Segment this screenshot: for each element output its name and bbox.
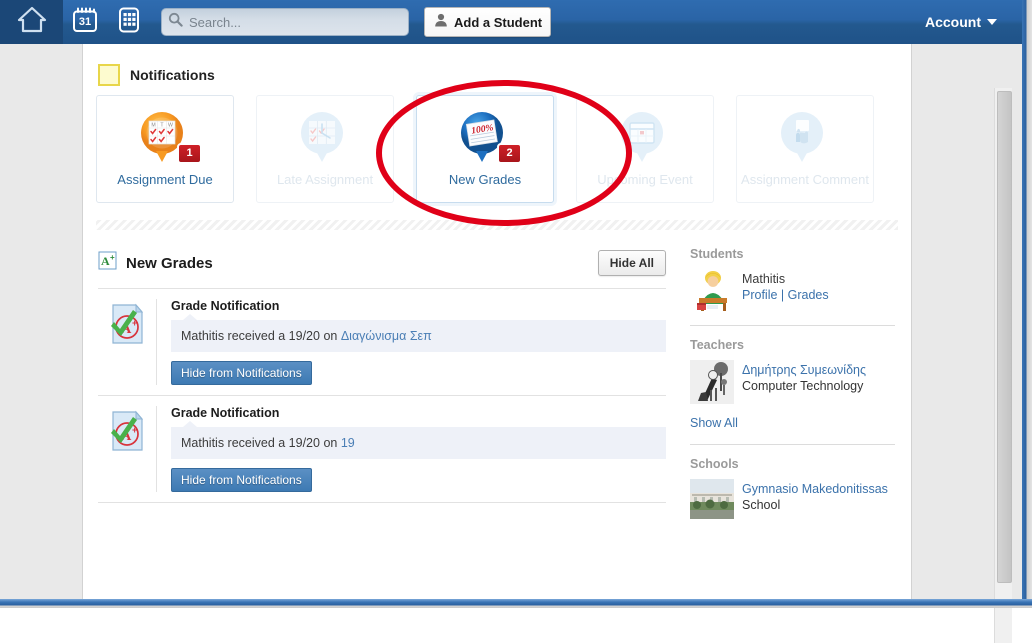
grade-paper-100-icon: 100% 2 [454, 108, 522, 166]
account-menu[interactable]: Account [925, 14, 997, 30]
svg-text:A: A [101, 254, 110, 268]
teacher-name[interactable]: Δημήτρης Συμεωνίδης [742, 362, 866, 378]
notification-card-new-grades[interactable]: 100% 2 New Grades [416, 95, 554, 203]
hide-from-notifications-button[interactable]: Hide from Notifications [171, 361, 312, 385]
notification-message-text: Mathitis received a 19/20 on [181, 329, 341, 343]
sidebar-teacher-text: Δημήτρης Συμεωνίδης Computer Technology [742, 360, 866, 404]
panel-title: New Grades [126, 254, 213, 272]
add-a-student-label: Add a Student [454, 14, 543, 30]
sidebar-school-text: Gymnasio Makedonitissas School [742, 479, 888, 519]
notification-row: A + Grade Notification Mathitis received… [98, 289, 666, 396]
clock-checkmarks-icon [294, 108, 356, 166]
notification-card-label: Upcoming Event [597, 172, 693, 187]
notification-card-assignment-due[interactable]: M T W 1 Assignment Due [96, 95, 234, 203]
school-name[interactable]: Gymnasio Makedonitissas [742, 481, 888, 497]
calendar-checkmarks-icon: M T W 1 [134, 108, 202, 166]
apps-grid-button[interactable] [107, 0, 151, 44]
grade-a-plus-document-icon: A + [98, 406, 156, 492]
calendar-event-icon [614, 108, 676, 166]
notification-card-label: Assignment Due [117, 172, 213, 187]
sidebar-teacher-entry[interactable]: Δημήτρης Συμεωνίδης Computer Technology [690, 360, 895, 404]
content-panel: Notifications M T W 1 Assignment Due Lat… [82, 44, 912, 599]
student-profile-link[interactable]: Profile [742, 288, 777, 302]
notification-rows: A + Grade Notification Mathitis received… [98, 288, 666, 503]
notification-row-body: Grade Notification Mathitis received a 1… [156, 299, 666, 385]
sidebar-section-title-schools: Schools [690, 457, 739, 471]
notification-card-late-assignment[interactable]: Late Assignment [256, 95, 394, 203]
page-scrollbar[interactable] [994, 88, 1012, 643]
teachers-show-all-link[interactable]: Show All [690, 416, 738, 430]
account-label: Account [925, 14, 981, 30]
panel-header: A + New Grades Hide All [98, 247, 666, 279]
top-toolbar: 31 Search... Add a Student Account [0, 0, 1022, 44]
window-border-bottom [0, 599, 1032, 608]
notification-card-assignment-comment[interactable]: Assignment Comment [736, 95, 874, 203]
notification-row-message: Mathitis received a 19/20 on Διαγώνισμα … [171, 314, 666, 352]
notifications-color-swatch [98, 64, 120, 86]
teacher-subject: Computer Technology [742, 379, 864, 393]
comment-hand-icon [774, 108, 836, 166]
notifications-header: Notifications [98, 64, 215, 86]
student-links: Profile | Grades [742, 287, 829, 303]
striped-divider [96, 220, 898, 230]
notification-message-link[interactable]: Διαγώνισμα Σεπ [341, 329, 432, 343]
calendar-day-number: 31 [78, 15, 92, 28]
notification-row-message: Mathitis received a 19/20 on 19 [171, 421, 666, 459]
notification-message-text: Mathitis received a 19/20 on [181, 436, 341, 450]
grade-a-plus-document-icon: A + [98, 299, 156, 385]
search-input[interactable] [183, 13, 402, 31]
search-icon [168, 12, 183, 32]
search-box[interactable] [161, 8, 409, 36]
notifications-title: Notifications [130, 67, 215, 83]
svg-text:+: + [132, 318, 137, 328]
notification-row: A + Grade Notification Mathitis received… [98, 396, 666, 503]
notification-card-label: New Grades [448, 172, 522, 187]
student-boy-desk-avatar [690, 269, 734, 313]
page-area: Notifications M T W 1 Assignment Due Lat… [0, 44, 1022, 643]
notification-card-label: Late Assignment [276, 172, 374, 187]
user-silhouette-icon [433, 12, 449, 33]
window-border-right [1022, 0, 1032, 600]
notification-card-badge: 2 [497, 143, 522, 164]
browser-window: 31 Search... Add a Student Account Notif… [0, 0, 1032, 643]
svg-text:M: M [151, 123, 155, 129]
new-grades-panel: A + New Grades Hide All A + Grade Notifi… [98, 247, 666, 503]
scrollbar-thumb[interactable] [997, 91, 1012, 583]
school-building-photo-avatar [690, 479, 734, 519]
right-sidebar: Students Mathitis Profile | Grades Teach… [690, 247, 895, 525]
notification-card-badge: 1 [177, 143, 202, 164]
svg-text:+: + [110, 253, 115, 262]
home-icon [17, 6, 47, 38]
sidebar-student-text: Mathitis Profile | Grades [742, 269, 829, 313]
student-name: Mathitis [742, 272, 786, 286]
notification-type-cards: M T W 1 Assignment Due Late Assignment 1… [96, 95, 896, 203]
apps-grid-icon [115, 6, 143, 39]
sidebar-school-entry[interactable]: Gymnasio Makedonitissas School [690, 479, 895, 519]
calendar-icon: 31 [71, 6, 99, 39]
hide-from-notifications-button[interactable]: Hide from Notifications [171, 468, 312, 492]
chevron-down-icon [987, 19, 997, 25]
student-grades-link[interactable]: Grades [788, 288, 829, 302]
sidebar-section-title-students: Students [690, 247, 744, 261]
student-link-separator: | [777, 288, 788, 302]
sidebar-section-title-teachers: Teachers [690, 338, 744, 352]
grade-a-plus-icon: A + [98, 251, 117, 275]
school-subtitle: School [742, 498, 781, 512]
notification-card-label: Assignment Comment [741, 172, 869, 187]
sidebar-divider [690, 444, 895, 445]
hide-all-button[interactable]: Hide All [597, 250, 666, 276]
sidebar-student-entry[interactable]: Mathitis Profile | Grades [690, 269, 895, 313]
notification-card-upcoming-event[interactable]: Upcoming Event [576, 95, 714, 203]
notification-row-title: Grade Notification [171, 406, 280, 420]
svg-text:W: W [168, 123, 173, 129]
notification-row-title: Grade Notification [171, 299, 280, 313]
teacher-photo-avatar [690, 360, 734, 404]
add-a-student-button[interactable]: Add a Student [424, 7, 552, 37]
notification-row-body: Grade Notification Mathitis received a 1… [156, 406, 666, 492]
home-button[interactable] [0, 0, 63, 44]
calendar-button[interactable]: 31 [63, 0, 107, 44]
notification-message-link[interactable]: 19 [341, 436, 355, 450]
sidebar-divider [690, 325, 895, 326]
svg-text:+: + [132, 425, 137, 435]
